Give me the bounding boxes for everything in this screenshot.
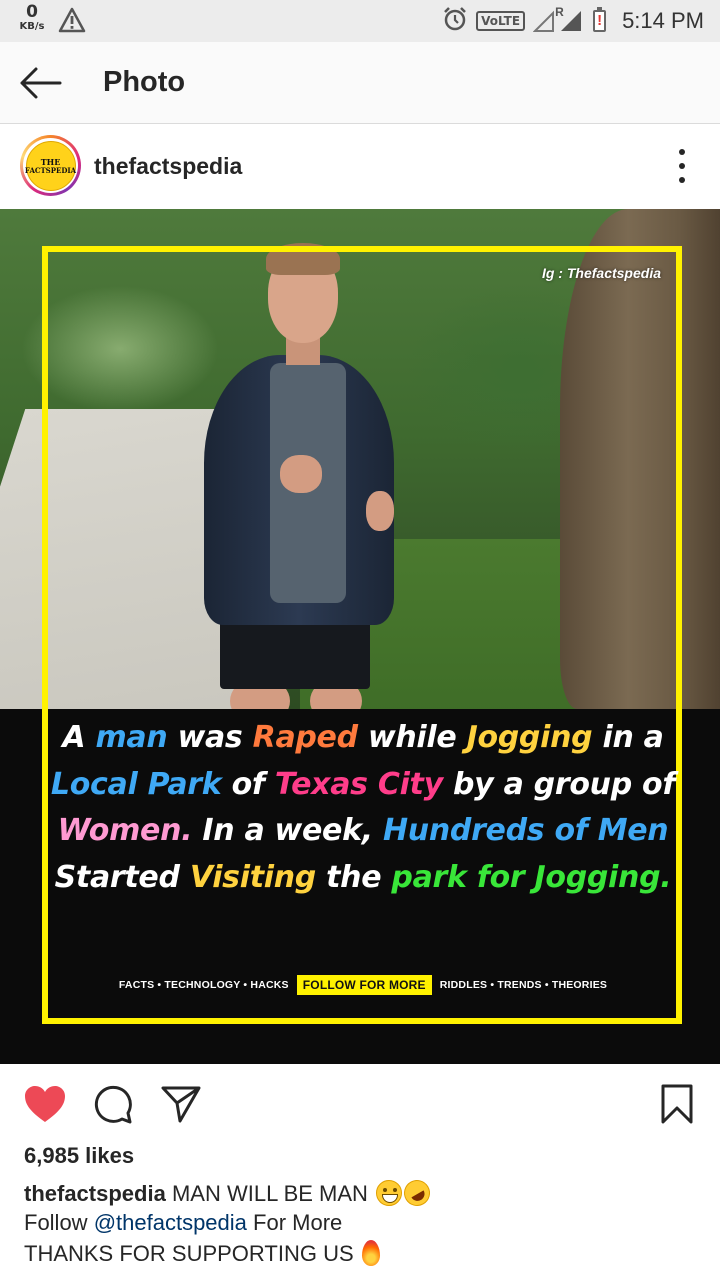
like-button[interactable]: [22, 1082, 68, 1126]
fact-segment: of: [221, 766, 275, 802]
share-icon: [161, 1086, 201, 1123]
tagline-left: FACTS • TECHNOLOGY • HACKS: [118, 979, 289, 991]
fact-segment: Women.: [57, 813, 193, 848]
fire-emoji-icon: [361, 1240, 380, 1266]
avatar-text-bottom: FACTSPEDIA: [24, 165, 77, 175]
fact-segment: Raped: [252, 720, 358, 755]
fact-segment: park for Jogging.: [391, 859, 672, 895]
fact-segment: man: [95, 720, 168, 755]
fact-segment: by a group of: [442, 766, 676, 802]
caption-thanks: THANKS FOR SUPPORTING US: [24, 1241, 354, 1266]
status-bar: 0 KB/s VoLTE R ! 5:14 PM: [0, 0, 720, 42]
yellow-frame: Ig : Thefactspedia: [42, 246, 682, 1024]
clock: 5:14 PM: [622, 8, 704, 33]
fact-segment: the: [315, 859, 392, 895]
caption-line-1: thefactspedia MAN WILL BE MAN: [24, 1175, 435, 1211]
fact-segment: Visiting: [189, 859, 316, 895]
heart-icon: [25, 1086, 65, 1122]
fact-segment: in a: [592, 720, 664, 755]
battery-icon: !: [593, 7, 607, 32]
page-title: Photo: [103, 66, 186, 98]
like-count[interactable]: 6,985 likes: [24, 1143, 134, 1169]
network-speed: 0 KB/s: [16, 4, 48, 32]
more-options-icon[interactable]: [674, 149, 690, 183]
image-tagline: FACTS • TECHNOLOGY • HACKS FOLLOW FOR MO…: [50, 975, 676, 995]
tagline-right: RIDDLES • TRENDS • THEORIES: [439, 979, 608, 991]
app-header: Photo: [0, 42, 720, 124]
post-header: THE FACTSPEDIA thefactspedia: [0, 125, 720, 209]
fact-segment: while: [357, 720, 467, 755]
fact-segment: Jogging: [466, 720, 593, 755]
back-button[interactable]: [18, 62, 64, 104]
roaming-indicator: R: [555, 5, 564, 19]
fact-segment: In a week,: [192, 813, 383, 848]
back-arrow-icon: [20, 67, 62, 99]
volte-indicator: VoLTE: [476, 11, 526, 31]
fact-segment: Texas City: [274, 766, 443, 802]
fact-segment: was: [167, 720, 253, 755]
alarm-icon: [442, 6, 468, 37]
avatar-story-ring[interactable]: THE FACTSPEDIA: [20, 135, 81, 196]
comment-button[interactable]: [90, 1082, 136, 1126]
fact-text: A man was Raped while Jogging in a Local…: [50, 715, 676, 901]
caption-line-2: Follow @thefactspedia For More: [24, 1210, 342, 1236]
fact-segment: Started: [54, 859, 190, 895]
fact-segment: Hundreds of Men: [382, 813, 669, 848]
signal-icon: R: [532, 5, 585, 33]
share-button[interactable]: [158, 1082, 204, 1126]
bookmark-icon: [661, 1084, 693, 1124]
caption-text: MAN WILL BE MAN: [171, 1181, 368, 1206]
warning-icon: [58, 7, 86, 38]
caption-line-3: THANKS FOR SUPPORTING US: [24, 1240, 380, 1267]
post-image[interactable]: Ig : Thefactspedia A man was Raped while…: [0, 209, 720, 1064]
network-speed-unit: KB/s: [19, 21, 45, 32]
bookmark-button[interactable]: [654, 1082, 700, 1126]
caption-mention-link[interactable]: @thefactspedia: [94, 1210, 247, 1235]
network-speed-value: 0: [26, 2, 38, 22]
fact-segment: Local Park: [50, 766, 222, 802]
caption-follow-suffix: For More: [246, 1210, 343, 1235]
fact-segment: A: [62, 720, 96, 755]
post-actions: [0, 1064, 720, 1140]
post-username[interactable]: thefactspedia: [94, 153, 242, 180]
avatar-text-top: THE: [40, 156, 61, 167]
image-watermark: Ig : Thefactspedia: [541, 265, 661, 281]
battery-alert: !: [597, 12, 603, 29]
rofl-emoji-icon: [399, 1175, 435, 1211]
avatar: THE FACTSPEDIA: [24, 140, 77, 191]
caption-follow-prefix: Follow: [24, 1210, 94, 1235]
grinning-emoji-icon: [376, 1180, 403, 1206]
caption-username[interactable]: thefactspedia: [24, 1181, 166, 1206]
follow-badge: FOLLOW FOR MORE: [296, 975, 432, 995]
comment-icon: [94, 1085, 132, 1124]
